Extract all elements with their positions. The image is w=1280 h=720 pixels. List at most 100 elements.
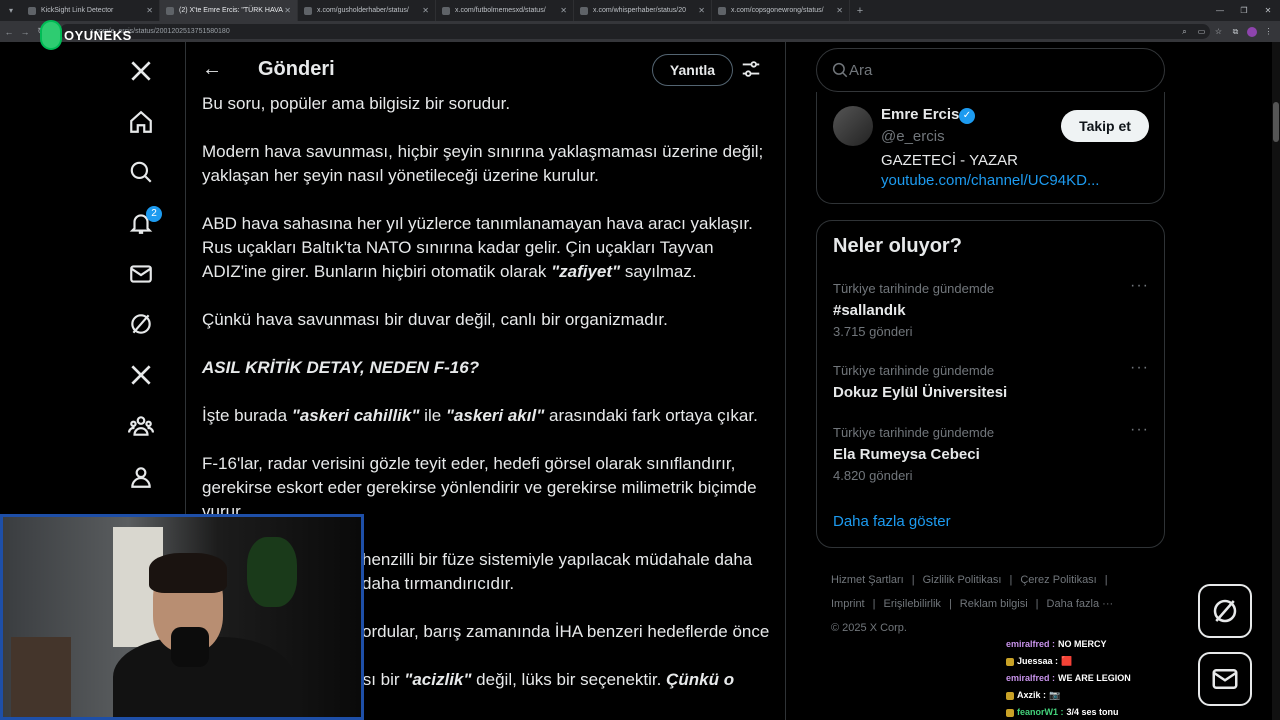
- bookmark-star-icon[interactable]: ☆: [1213, 27, 1224, 36]
- notifications-bell-icon[interactable]: 2: [118, 200, 164, 246]
- footer-row: Imprint | Erişilebilirlik | Reklam bilgisi | D…: [831, 592, 1151, 616]
- close-tab-icon[interactable]: ✕: [698, 6, 705, 15]
- search-box[interactable]: [816, 48, 1165, 92]
- tab-2[interactable]: x.com/gusholderhaber/status/ ✕: [298, 0, 436, 21]
- restore-icon[interactable]: ❐: [1232, 0, 1256, 21]
- footer-link[interactable]: Daha fazla ···: [1047, 598, 1114, 610]
- x-logo-icon[interactable]: [118, 48, 164, 94]
- grok-icon[interactable]: [118, 301, 164, 347]
- webcam-shelf: [11, 637, 71, 717]
- text-run: değil, lüks bir seçenektir.: [471, 670, 667, 689]
- footer-link[interactable]: Imprint: [831, 598, 865, 610]
- scrollbar[interactable]: [1272, 42, 1280, 720]
- trend-name: #sallandık: [833, 302, 906, 319]
- extensions-icon[interactable]: ⧉: [1230, 27, 1241, 37]
- profile-avatar[interactable]: [1247, 26, 1257, 37]
- favicon-icon: [442, 6, 450, 15]
- close-tab-icon[interactable]: ✕: [836, 6, 843, 15]
- footer-separator: |: [911, 574, 915, 586]
- follow-button[interactable]: Takip et: [1061, 110, 1149, 142]
- more-options-icon[interactable]: ···: [1130, 277, 1149, 295]
- browser-tab-bar: ▾ KickSight Link Detector ✕ (2) X'te Emre…: [0, 0, 1280, 21]
- author-name[interactable]: Emre Ercis: [881, 106, 959, 123]
- left-nav: 2: [118, 48, 164, 504]
- close-tab-icon[interactable]: ✕: [284, 6, 291, 15]
- reply-button[interactable]: Yanıtla: [652, 54, 733, 86]
- favicon-icon: [28, 6, 36, 15]
- footer-separator: |: [948, 598, 952, 610]
- close-tab-icon[interactable]: ✕: [560, 6, 567, 15]
- author-handle[interactable]: @e_ercis: [881, 128, 945, 145]
- tab-5[interactable]: x.com/copsgonewrong/status/ ✕: [712, 0, 850, 21]
- close-tab-icon[interactable]: ✕: [146, 6, 153, 15]
- cast-icon[interactable]: ▭: [1196, 27, 1207, 36]
- chat-message: 3/4 ses tonu: [1066, 707, 1119, 717]
- address-actions: ⌕ ▭ ☆ ⧉ ⋮: [1179, 21, 1274, 42]
- trend-item[interactable]: Türkiye tarihinde gündemde Ela Rumeysa C…: [833, 421, 1149, 485]
- footer-link[interactable]: Erişilebilirlik: [883, 598, 940, 610]
- footer-link[interactable]: Gizlilik Politikası: [923, 574, 1002, 586]
- webcam-plant: [247, 537, 297, 607]
- tab-title: x.com/whisperhaber/status/20: [593, 7, 686, 14]
- filter-sliders-icon[interactable]: [740, 58, 762, 80]
- messages-fab-button[interactable]: [1198, 652, 1252, 706]
- close-window-icon[interactable]: ✕: [1256, 0, 1280, 21]
- tab-0[interactable]: KickSight Link Detector ✕: [22, 0, 160, 21]
- stream-chat: emiralfred : NO MERCY Juessaa : 🟥 emiralfred…: [1006, 636, 1206, 720]
- streamer-hair: [149, 553, 227, 593]
- webcam-overlay: [0, 514, 364, 720]
- trend-context: Türkiye tarihinde gündemde: [833, 281, 995, 296]
- tab-title: x.com/copsgonewrong/status/: [731, 7, 824, 14]
- chat-username: emiralfred :: [1006, 673, 1056, 683]
- messages-mail-icon[interactable]: [118, 251, 164, 297]
- search-icon[interactable]: [118, 149, 164, 195]
- notification-badge: 2: [146, 206, 162, 223]
- minimize-icon[interactable]: —: [1208, 0, 1232, 21]
- chat-username: Juessaa :: [1017, 656, 1059, 666]
- footer-link[interactable]: Hizmet Şartları: [831, 574, 904, 586]
- author-link[interactable]: youtube.com/channel/UC94KD...: [881, 172, 1099, 189]
- chat-badge-icon: [1006, 691, 1014, 700]
- chat-line: emiralfred : WE ARE LEGION: [1006, 670, 1206, 687]
- brand-text: OYUNEKS: [64, 27, 132, 43]
- text-run: ile: [419, 406, 446, 425]
- search-input[interactable]: [849, 50, 1149, 90]
- favicon-icon: [166, 6, 174, 15]
- tab-1[interactable]: (2) X'te Emre Ercis: "TÜRK HAVA ✕: [160, 0, 298, 21]
- trend-item[interactable]: Türkiye tarihinde gündemde Dokuz Eylül Ü…: [833, 359, 1149, 405]
- footer-separator: |: [872, 598, 876, 610]
- trend-context: Türkiye tarihinde gündemde: [833, 363, 995, 378]
- scrollbar-thumb[interactable]: [1273, 102, 1279, 142]
- profile-icon[interactable]: [118, 454, 164, 500]
- home-icon[interactable]: [118, 99, 164, 145]
- microphone: [171, 627, 209, 667]
- trends-panel: Neler oluyor? Türkiye tarihinde gündemde…: [816, 220, 1165, 548]
- tab-4[interactable]: x.com/whisperhaber/status/20 ✕: [574, 0, 712, 21]
- trend-count: 4.820 gönderi: [833, 468, 913, 483]
- grok-fab-button[interactable]: [1198, 584, 1252, 638]
- close-tab-icon[interactable]: ✕: [422, 6, 429, 15]
- back-icon[interactable]: ←: [2, 27, 16, 37]
- communities-icon[interactable]: [118, 403, 164, 449]
- show-more-link[interactable]: Daha fazla göster: [833, 513, 951, 530]
- tab-search-icon[interactable]: ▾: [0, 0, 22, 21]
- premium-x-icon[interactable]: [118, 352, 164, 398]
- trend-item[interactable]: Türkiye tarihinde gündemde #sallandık 3.…: [833, 277, 1149, 341]
- footer-link[interactable]: Reklam bilgisi: [960, 598, 1028, 610]
- footer-link[interactable]: Çerez Politikası: [1020, 574, 1096, 586]
- new-tab-button[interactable]: +: [850, 5, 870, 17]
- zoom-icon[interactable]: ⌕: [1179, 27, 1190, 37]
- favicon-icon: [580, 6, 588, 15]
- more-options-icon[interactable]: ···: [1130, 359, 1149, 377]
- chat-badge-icon: [1006, 708, 1014, 717]
- tab-3[interactable]: x.com/futbolmemesxd/status/ ✕: [436, 0, 574, 21]
- chat-username: feanorW1 :: [1017, 707, 1064, 717]
- menu-kebab-icon[interactable]: ⋮: [1263, 27, 1274, 36]
- more-options-icon[interactable]: ···: [1130, 421, 1149, 439]
- back-arrow-icon[interactable]: ←: [202, 58, 222, 81]
- trends-title: Neler oluyor?: [833, 235, 962, 257]
- forward-icon[interactable]: →: [18, 27, 32, 37]
- footer-row: Hizmet Şartları | Gizlilik Politikası | Çere…: [831, 568, 1151, 592]
- avatar[interactable]: [833, 106, 873, 146]
- url-field[interactable]: x.com/e_ercis/status/2001202513751580180: [60, 24, 1210, 39]
